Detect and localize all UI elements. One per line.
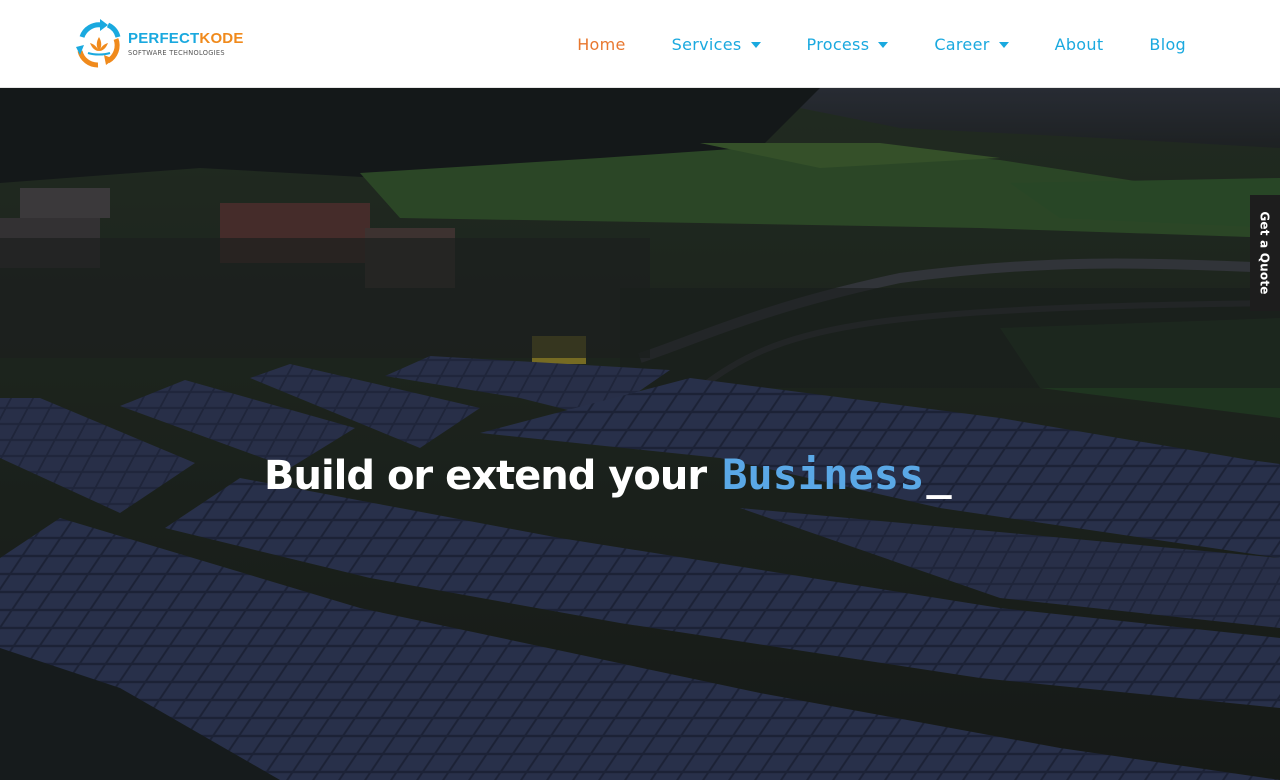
- nav-home-label: Home: [577, 34, 626, 54]
- main-nav: Home Services Process Career About Blog: [531, 0, 1186, 88]
- nav-about[interactable]: About: [1055, 35, 1104, 54]
- brand-wordmark: PERFECTKODE SOFTWARE TECHNOLOGIES: [128, 31, 244, 58]
- brand-name: PERFECTKODE: [128, 31, 244, 47]
- typing-cursor: _: [926, 450, 952, 499]
- brand-tagline: SOFTWARE TECHNOLOGIES: [128, 49, 225, 57]
- brand-name-part1: PERFECT: [128, 30, 200, 47]
- brand-name-part2: KODE: [199, 30, 244, 47]
- nav-blog-label: Blog: [1149, 34, 1186, 54]
- get-a-quote-tab[interactable]: Get a Quote: [1250, 195, 1280, 311]
- caret-down-icon: [998, 42, 1009, 48]
- nav-services-label: Services: [671, 34, 742, 54]
- hero-headline-static: Build or extend your: [264, 453, 707, 499]
- nav-services[interactable]: Services: [672, 35, 761, 54]
- nav-career[interactable]: Career: [934, 34, 1009, 54]
- nav-process-label: Process: [806, 34, 870, 54]
- nav-process[interactable]: Process: [807, 35, 889, 54]
- brand-logo[interactable]: PERFECTKODE SOFTWARE TECHNOLOGIES: [72, 16, 252, 72]
- lotus-arrows-logo-icon: [76, 19, 121, 68]
- hero-dark-overlay: [0, 88, 1280, 780]
- get-a-quote-label: Get a Quote: [1258, 211, 1272, 295]
- site-header: PERFECTKODE SOFTWARE TECHNOLOGIES Home S…: [0, 0, 1280, 88]
- hero-section: Build or extend your Business _: [0, 88, 1280, 780]
- nav-blog[interactable]: Blog: [1149, 35, 1186, 54]
- nav-about-label: About: [1054, 34, 1104, 54]
- caret-down-icon: [878, 42, 889, 48]
- nav-career-label: Career: [934, 34, 990, 54]
- hero-headline: Build or extend your Business _: [264, 450, 952, 499]
- caret-down-icon: [750, 42, 761, 48]
- hero-headline-typed-word: Business: [722, 450, 925, 499]
- nav-home[interactable]: Home: [577, 35, 625, 54]
